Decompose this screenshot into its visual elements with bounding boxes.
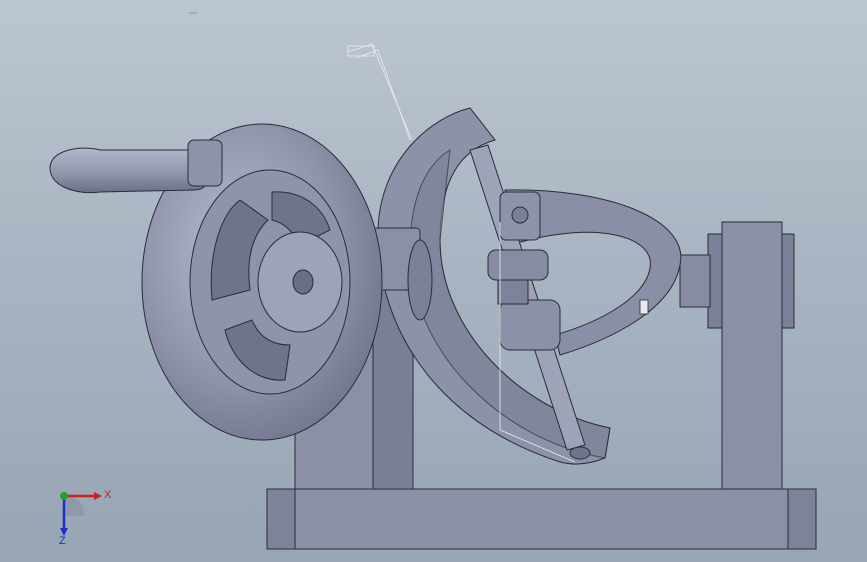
- cad-model-viewport[interactable]: [0, 0, 867, 562]
- base-plate[interactable]: [266, 488, 817, 550]
- x-axis-label: X: [104, 489, 112, 501]
- axis-triad: X Z: [59, 489, 112, 546]
- right-support-pillar[interactable]: [679, 221, 795, 490]
- z-axis-label: Z: [59, 535, 66, 546]
- crank-handle[interactable]: [49, 139, 223, 194]
